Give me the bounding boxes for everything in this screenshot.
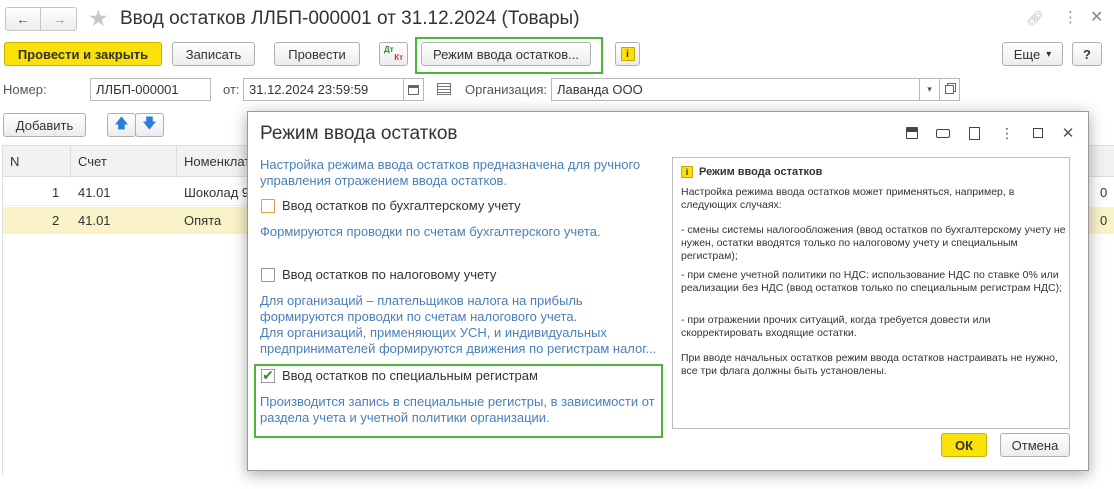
option-accounting-desc: Формируются проводки по счетам бухгалтер… <box>260 224 601 239</box>
help-button[interactable]: ? <box>1072 42 1102 66</box>
add-button[interactable]: Добавить <box>3 113 86 137</box>
option-tax-desc-4: предпринимателей формируются движения по… <box>260 341 657 356</box>
fragment-cell-2: 0 <box>1100 213 1108 228</box>
chevron-down-icon: ▾ <box>1046 48 1052 60</box>
grid-header: N Счет Номенклату <box>2 145 262 178</box>
move-down-button[interactable]: 🡇︎ <box>135 113 164 137</box>
option-accounting[interactable]: Ввод остатков по бухгалтерскому учету <box>261 198 521 213</box>
kt-label: Кт <box>394 53 403 62</box>
option-tax-label: Ввод остатков по налоговому учету <box>282 267 497 282</box>
favorite-star-icon[interactable]: ★ <box>88 5 109 32</box>
balance-mode-button[interactable]: Режим ввода остатков... <box>421 42 591 66</box>
date-label: от: <box>223 82 240 97</box>
option-accounting-label: Ввод остатков по бухгалтерскому учету <box>282 198 521 213</box>
row-account: 41.01 <box>78 185 111 200</box>
arrow-down-icon: 🡇︎ <box>142 115 157 131</box>
cancel-button[interactable]: Отмена <box>1000 433 1070 457</box>
info-p5: При вводе начальных остатков режим ввода… <box>681 352 1058 377</box>
post-and-close-button[interactable]: Провести и закрыть <box>4 42 162 66</box>
option-tax-desc-1: Для организаций – плательщиков налога на… <box>260 293 583 308</box>
maximize-icon[interactable] <box>1029 124 1047 142</box>
info-p3: - при смене учетной политики по НДС: исп… <box>681 269 1063 294</box>
arrow-left-icon: ← <box>16 11 30 27</box>
save-button[interactable]: Записать <box>172 42 255 66</box>
close-icon[interactable]: ✕ <box>1059 124 1077 142</box>
row-item: Опята <box>184 213 222 228</box>
balance-mode-dialog: Режим ввода остатков ⋮ ✕ Настройка режим… <box>247 111 1089 471</box>
option-tax-desc-3: Для организаций, применяющих УСН, и инди… <box>260 325 607 340</box>
arrow-right-icon: → <box>52 11 67 27</box>
dt-kt-button[interactable]: Дт Кт <box>379 42 408 66</box>
more-vertical-icon[interactable]: ⋮ <box>998 124 1016 142</box>
post-button[interactable]: Провести <box>274 42 360 66</box>
col-n[interactable]: N <box>10 154 19 169</box>
info-p1: Настройка режима ввода остатков может пр… <box>681 186 1015 211</box>
option-special-desc: Производится запись в специальные регист… <box>260 394 655 425</box>
back-button[interactable]: ← <box>6 8 41 30</box>
move-up-button[interactable]: 🡅︎ <box>107 113 136 137</box>
fragment-cell-1: 0 <box>1100 185 1108 200</box>
print-icon[interactable] <box>934 124 952 142</box>
info-icon: i <box>620 47 635 61</box>
checkbox-accounting[interactable] <box>261 198 275 213</box>
dialog-title: Режим ввода остатков <box>260 123 458 144</box>
forward-button[interactable]: → <box>42 8 77 30</box>
option-special[interactable]: ✔ Ввод остатков по специальным регистрам <box>261 367 538 383</box>
date-field[interactable]: 31.12.2024 23:59:59 <box>243 78 404 101</box>
table-row[interactable]: 1 41.01 Шоколад 9 <box>2 179 262 206</box>
row-number: 2 <box>52 213 60 228</box>
arrow-up-icon: 🡅︎ <box>114 115 129 131</box>
more-button[interactable]: Еще ▾ <box>1002 42 1063 66</box>
row-account: 41.01 <box>78 213 111 228</box>
ok-button[interactable]: ОК <box>941 433 987 457</box>
calendar-icon <box>408 84 419 95</box>
option-tax-desc-2: формируются проводки по счетам налоговог… <box>260 309 578 324</box>
grid-right-fragment: 0 0 <box>1089 145 1114 235</box>
link-icon[interactable]: 🔗︎ <box>1026 10 1044 27</box>
info-panel-title: i Режим ввода остатков <box>681 166 822 178</box>
dropdown-arrow-icon: ▾ <box>927 84 932 94</box>
info-icon: i <box>681 166 693 178</box>
dt-label: Дт <box>384 45 394 54</box>
calendar-button[interactable] <box>403 78 424 101</box>
open-form-icon <box>945 85 954 94</box>
checkbox-special[interactable]: ✔ <box>261 367 275 383</box>
row-item: Шоколад 9 <box>184 185 250 200</box>
more-label: Еще <box>1013 46 1041 62</box>
nav-back-forward: ← → <box>5 7 77 31</box>
checkmark-icon: ✔ <box>262 367 274 383</box>
col-account[interactable]: Счет <box>78 154 107 169</box>
org-field[interactable]: Лаванда ООО <box>551 78 921 101</box>
number-label: Номер: <box>3 82 47 97</box>
option-special-label: Ввод остатков по специальным регистрам <box>282 368 538 383</box>
info-p4: - при отражении прочих ситуаций, когда т… <box>681 314 991 339</box>
org-dropdown-button[interactable]: ▾ <box>919 78 940 101</box>
col-item[interactable]: Номенклату <box>184 154 257 169</box>
org-open-button[interactable] <box>939 78 960 101</box>
table-row-selected[interactable]: 2 41.01 Опята <box>2 207 262 234</box>
row-number: 1 <box>52 185 60 200</box>
org-label: Организация: <box>465 82 548 97</box>
dialog-intro: Настройка режима ввода остатков предназн… <box>260 157 641 188</box>
preview-icon[interactable] <box>965 124 983 142</box>
info-button[interactable]: i <box>615 42 640 66</box>
save-icon[interactable] <box>903 124 921 142</box>
number-field[interactable]: ЛЛБП-000001 <box>90 78 211 101</box>
list-icon[interactable] <box>437 83 451 95</box>
checkbox-tax[interactable] <box>261 267 275 282</box>
option-tax[interactable]: Ввод остатков по налоговому учету <box>261 267 496 282</box>
info-p2: - смены системы налогообложения (ввод ос… <box>681 224 1066 262</box>
close-icon[interactable]: ✕ <box>1090 7 1103 27</box>
info-title-text: Режим ввода остатков <box>699 166 823 178</box>
window-title: Ввод остатков ЛЛБП-000001 от 31.12.2024 … <box>120 8 580 29</box>
more-vertical-icon[interactable]: ⋮ <box>1063 8 1078 26</box>
info-panel: i Режим ввода остатков Настройка режима … <box>672 157 1070 429</box>
